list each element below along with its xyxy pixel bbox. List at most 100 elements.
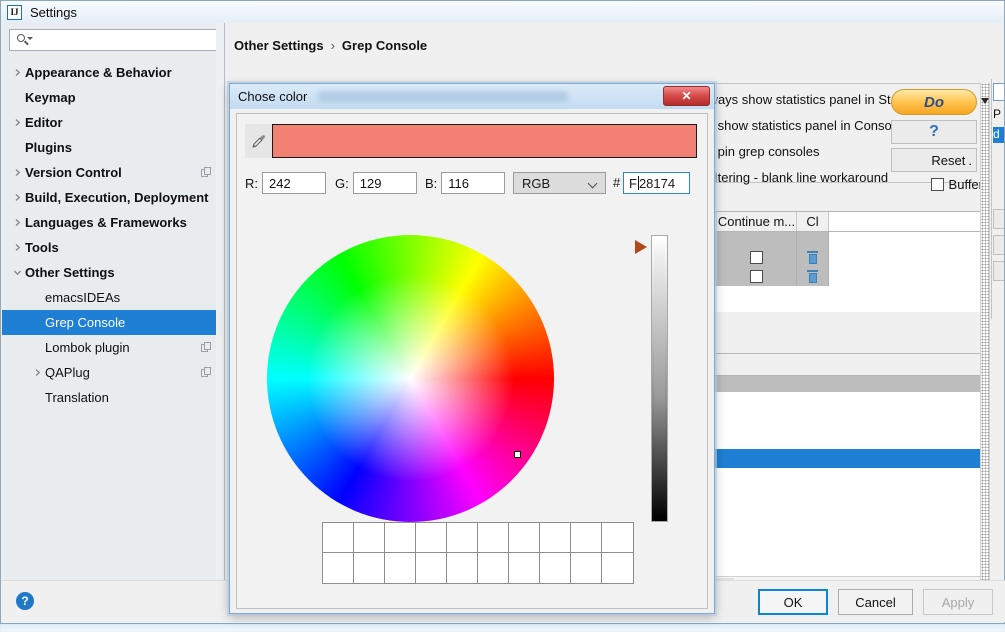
color-dialog-titlebar[interactable]: Chose color ✕ <box>230 84 714 109</box>
sidebar-item-editor[interactable]: Editor <box>2 110 224 135</box>
sidebar-item-version-control[interactable]: Version Control <box>2 160 224 185</box>
color-swatch-cell[interactable] <box>385 523 416 553</box>
color-swatch-cell[interactable] <box>385 553 416 583</box>
search-input[interactable] <box>9 29 217 51</box>
copy-settings-icon[interactable] <box>201 342 212 353</box>
sidebar-item-label: Languages & Frameworks <box>25 215 187 230</box>
breadcrumb: Other Settings › Grep Console <box>234 38 427 53</box>
color-swatch-cell[interactable] <box>478 523 509 553</box>
donate-button[interactable]: Do <box>891 89 977 115</box>
chevron-right-icon[interactable] <box>30 368 45 377</box>
sidebar-item-qaplug[interactable]: QAPlug <box>2 360 224 385</box>
hash-label: # <box>613 175 621 190</box>
trash-icon[interactable] <box>807 251 818 264</box>
close-icon: ✕ <box>681 89 692 103</box>
color-swatch-cell[interactable] <box>354 523 385 553</box>
vertical-scrollbar[interactable] <box>980 83 990 583</box>
far-panel-combo[interactable] <box>993 83 1004 101</box>
chevron-down-icon[interactable] <box>10 268 25 277</box>
breadcrumb-separator: › <box>330 38 335 53</box>
chevron-right-icon[interactable] <box>10 68 25 77</box>
trash-icon[interactable] <box>807 270 818 283</box>
color-swatch-cell[interactable] <box>602 523 633 553</box>
far-panel-selected-item[interactable]: d <box>993 127 1004 143</box>
color-swatch-cell[interactable] <box>540 553 571 583</box>
color-swatch-cell[interactable] <box>447 523 478 553</box>
chevron-right-icon[interactable] <box>10 168 25 177</box>
color-swatch-cell[interactable] <box>571 553 602 583</box>
delete-cell[interactable] <box>797 248 829 267</box>
brightness-slider-handle[interactable] <box>635 240 647 254</box>
color-swatch-cell[interactable] <box>540 523 571 553</box>
color-swatch-cell[interactable] <box>447 553 478 583</box>
cancel-button[interactable]: Cancel <box>838 589 913 615</box>
sidebar-item-translation[interactable]: Translation <box>2 385 224 410</box>
chevron-down-icon <box>589 180 598 186</box>
sidebar-item-tools[interactable]: Tools <box>2 235 224 260</box>
recent-color-swatches[interactable] <box>322 522 634 584</box>
continue-cell[interactable] <box>717 248 797 267</box>
eyedropper-icon[interactable] <box>245 124 272 158</box>
reset-button[interactable]: Reset . <box>891 148 977 172</box>
color-swatch-cell[interactable] <box>354 553 385 583</box>
sidebar-item-label: Other Settings <box>25 265 115 280</box>
g-input[interactable]: 129 <box>352 172 417 194</box>
option-row-5[interactable]: ys show statistics panel in Console <box>683 118 902 133</box>
color-wheel-marker[interactable] <box>514 451 521 458</box>
sidebar-item-lombok-plugin[interactable]: Lombok plugin <box>2 335 224 360</box>
color-swatch-cell[interactable] <box>323 523 354 553</box>
chevron-right-icon[interactable] <box>10 118 25 127</box>
copy-settings-icon[interactable] <box>201 167 212 178</box>
color-swatch-cell[interactable] <box>416 523 447 553</box>
delete-cell[interactable] <box>797 267 829 286</box>
color-mode-select[interactable]: RGB <box>513 172 606 194</box>
continue-checkbox[interactable] <box>750 251 763 264</box>
sidebar-item-label: Version Control <box>25 165 122 180</box>
continue-checkbox[interactable] <box>750 270 763 283</box>
column-header-continue[interactable]: Continue m... <box>717 212 797 231</box>
sidebar-item-emacsideas[interactable]: emacsIDEAs <box>2 285 224 310</box>
column-header-cl[interactable]: Cl <box>797 212 829 231</box>
color-swatch-cell[interactable] <box>416 553 447 583</box>
color-swatch-cell[interactable] <box>478 553 509 583</box>
r-input[interactable]: 242 <box>262 172 326 194</box>
ok-button[interactable]: OK <box>758 589 828 615</box>
far-panel-button-1[interactable] <box>993 209 1004 229</box>
buffer-checkbox-row[interactable]: Buffer <box>930 177 983 192</box>
sidebar-item-plugins[interactable]: Plugins <box>2 135 224 160</box>
color-preview-swatch[interactable] <box>272 124 697 158</box>
sidebar-item-keymap[interactable]: Keymap <box>2 85 224 110</box>
color-dialog-close-button[interactable]: ✕ <box>663 86 710 106</box>
color-wheel[interactable] <box>267 235 554 522</box>
color-swatch-cell[interactable] <box>509 553 540 583</box>
far-panel-button-3[interactable] <box>993 261 1004 281</box>
hex-input[interactable]: F 28174 <box>623 172 690 194</box>
continue-cell[interactable] <box>717 267 797 286</box>
hex-prefix: F <box>629 175 637 191</box>
scroll-down-arrow[interactable] <box>980 95 990 107</box>
sidebar-item-grep-console[interactable]: Grep Console <box>2 310 224 335</box>
g-label: G: <box>335 175 349 191</box>
help-icon[interactable]: ? <box>16 592 34 610</box>
color-swatch-cell[interactable] <box>509 523 540 553</box>
far-panel-button-2[interactable] <box>993 235 1004 255</box>
ok-label: OK <box>783 594 803 610</box>
b-input[interactable]: 116 <box>441 172 506 194</box>
sidebar-item-build-execution-deployment[interactable]: Build, Execution, Deployment <box>2 185 224 210</box>
breadcrumb-parent[interactable]: Other Settings <box>234 38 324 53</box>
brightness-slider[interactable] <box>651 235 668 522</box>
chevron-right-icon[interactable] <box>10 193 25 202</box>
sidebar-item-appearance-behavior[interactable]: Appearance & Behavior <box>2 60 224 85</box>
copy-settings-icon[interactable] <box>201 367 212 378</box>
sidebar-item-other-settings[interactable]: Other Settings <box>2 260 224 285</box>
sidebar-item-label: Lombok plugin <box>45 340 130 355</box>
color-swatch-cell[interactable] <box>323 553 354 583</box>
sidebar-scrollbar[interactable] <box>216 23 224 591</box>
color-swatch-cell[interactable] <box>602 553 633 583</box>
sidebar-item-languages-frameworks[interactable]: Languages & Frameworks <box>2 210 224 235</box>
buffer-checkbox[interactable] <box>930 178 944 191</box>
chevron-right-icon[interactable] <box>10 218 25 227</box>
plugin-help-button[interactable]: ? <box>891 120 977 144</box>
chevron-right-icon[interactable] <box>10 243 25 252</box>
color-swatch-cell[interactable] <box>571 523 602 553</box>
